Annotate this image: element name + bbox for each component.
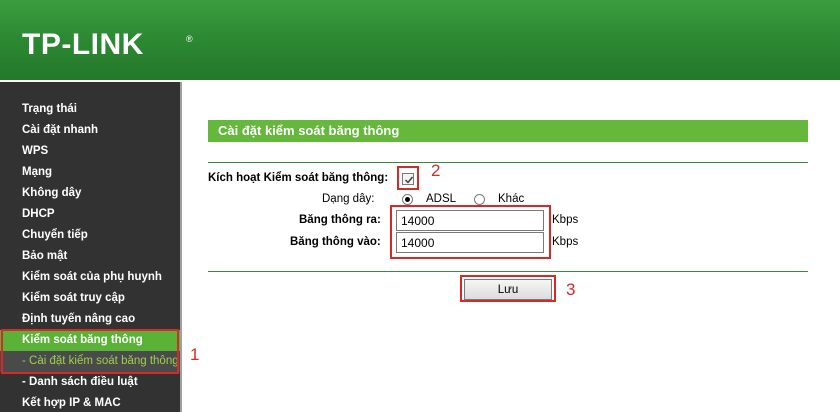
adsl-radio[interactable] (402, 194, 413, 205)
egress-bandwidth-label: Băng thông ra: (299, 214, 381, 226)
annotation-box-save (460, 275, 556, 302)
sidebar-item-ip-mac-binding[interactable]: Kết hợp IP & MAC (0, 393, 180, 412)
annotation-box-bandwidth-inputs (390, 205, 551, 259)
other-label: Khác (498, 193, 525, 205)
sidebar-item-access-control[interactable]: Kiểm soát truy cập (0, 288, 180, 309)
line-type-label: Dạng dây: (322, 193, 375, 205)
header-banner: TP-LINK ® (0, 0, 840, 80)
annotation-box-sidebar (1, 329, 179, 374)
tp-link-logo: TP-LINK (22, 28, 144, 61)
sidebar-item-wireless[interactable]: Không dây (0, 183, 180, 204)
section-divider-bottom (208, 271, 808, 272)
sidebar-item-advanced-routing[interactable]: Định tuyến nâng cao (0, 309, 180, 330)
sidebar-item-status[interactable]: Trạng thái (0, 99, 180, 120)
sidebar-item-dhcp[interactable]: DHCP (0, 204, 180, 225)
ingress-unit: Kbps (552, 236, 579, 248)
other-radio[interactable] (474, 194, 485, 205)
radio-selected-dot (405, 197, 410, 202)
sidebar-item-parental-control[interactable]: Kiểm soát của phụ huynh (0, 267, 180, 288)
annotation-number-1: 1 (190, 345, 200, 364)
sidebar-item-forwarding[interactable]: Chuyển tiếp (0, 225, 180, 246)
annotation-number-2: 2 (431, 161, 441, 180)
registered-mark: ® (186, 34, 193, 44)
sidebar-subitem-rules-list[interactable]: - Danh sách điều luật (0, 372, 180, 393)
sidebar-item-wps[interactable]: WPS (0, 141, 180, 162)
adsl-label: ADSL (426, 193, 457, 205)
ingress-bandwidth-label: Băng thông vào: (290, 236, 381, 248)
annotation-box-checkbox (397, 166, 419, 190)
annotation-number-3: 3 (566, 280, 576, 299)
sidebar-item-quick-setup[interactable]: Cài đặt nhanh (0, 120, 180, 141)
sidebar-item-security[interactable]: Bảo mật (0, 246, 180, 267)
section-divider-top (208, 162, 808, 163)
enable-bandwidth-label: Kích hoạt Kiểm soát băng thông: (208, 172, 389, 184)
egress-unit: Kbps (552, 214, 579, 226)
sidebar-item-network[interactable]: Mạng (0, 162, 180, 183)
page-title: Cài đặt kiểm soát băng thông (208, 120, 808, 142)
